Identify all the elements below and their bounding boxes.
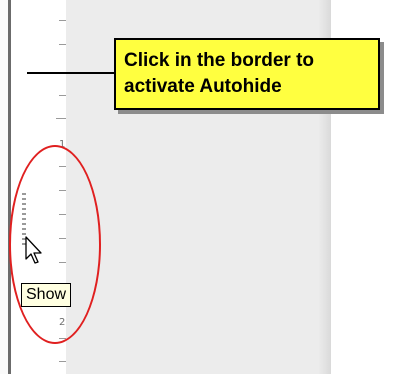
mouse-pointer-icon <box>25 236 42 264</box>
desktop-edge <box>0 0 8 374</box>
callout-leader-line <box>27 72 115 74</box>
show-tooltip: Show <box>21 283 72 307</box>
instruction-callout: Click in the border to activate Autohide <box>114 38 380 110</box>
highlight-circle <box>9 145 101 344</box>
